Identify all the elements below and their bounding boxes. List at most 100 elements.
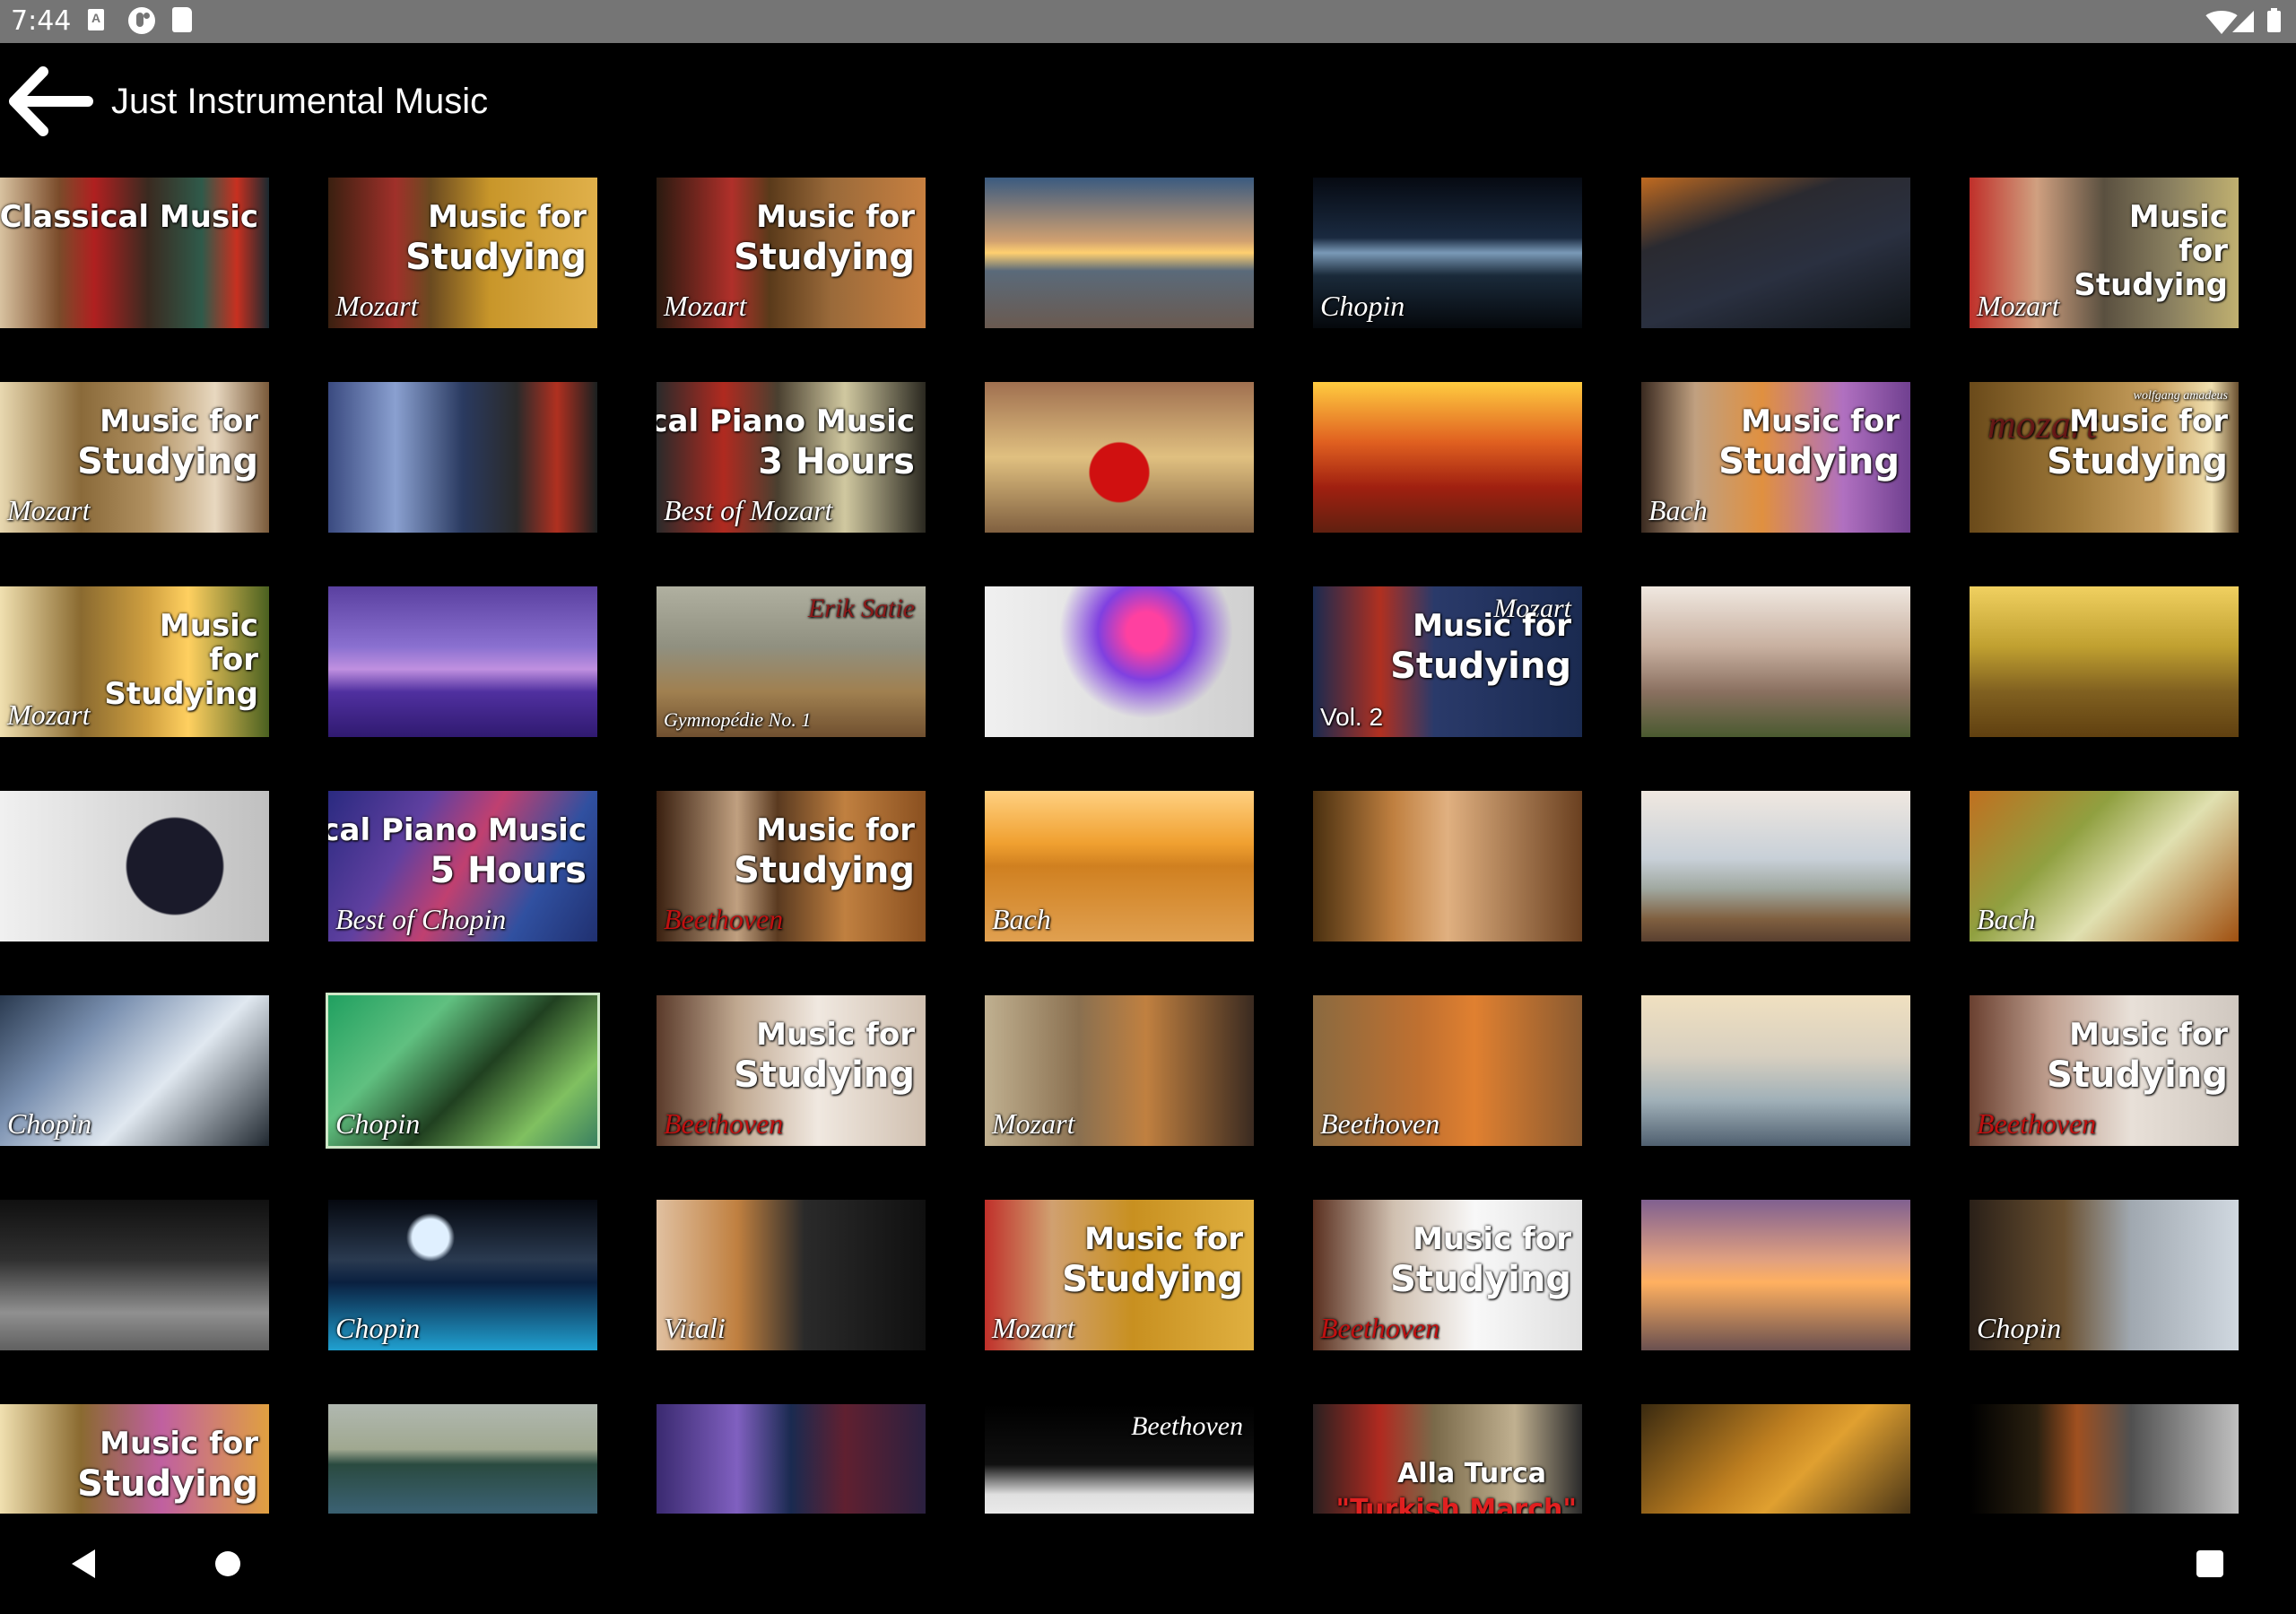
thumbnail-caption: Mozart bbox=[1977, 290, 2060, 322]
video-thumbnail[interactable] bbox=[657, 1404, 926, 1514]
thumbnail-caption: Chopin bbox=[335, 1312, 421, 1344]
video-thumbnail[interactable]: Music for Studying Beethoven bbox=[1313, 1200, 1582, 1350]
video-thumbnail[interactable]: Bach bbox=[1970, 791, 2239, 941]
thumbnail-title-line1: Classical Piano Music bbox=[657, 404, 915, 439]
thumbnail-title-line1: Music for bbox=[428, 199, 587, 235]
thumbnail-title-line2: Studying bbox=[734, 237, 915, 278]
thumbnail-top-caption: Beethoven bbox=[1131, 1411, 1243, 1441]
video-thumbnail[interactable] bbox=[1641, 178, 1910, 328]
status-time: 7:44 bbox=[11, 5, 72, 37]
thumbnail-title-line1: Music for bbox=[1413, 1221, 1571, 1257]
thumbnail-title-line1: Music for bbox=[1741, 404, 1900, 439]
thumbnail-title-line2: Studying bbox=[2047, 441, 2228, 482]
video-thumbnail[interactable]: Music for Studying Mozart bbox=[0, 586, 269, 737]
thumbnail-caption: Mozart bbox=[664, 290, 747, 322]
back-button[interactable] bbox=[7, 65, 93, 138]
thumbnail-title-line1: Music for bbox=[756, 812, 915, 848]
video-thumbnail[interactable]: Chopin bbox=[1970, 1200, 2239, 1350]
thumbnail-title-line2: Studying bbox=[1062, 1259, 1243, 1300]
arrow-left-icon bbox=[9, 66, 93, 136]
nav-back-icon[interactable] bbox=[72, 1549, 95, 1578]
video-thumbnail[interactable] bbox=[985, 382, 1254, 533]
video-thumbnail[interactable]: Music for Studying Mozart bbox=[985, 1200, 1254, 1350]
video-thumbnail[interactable]: Chopin bbox=[328, 1200, 597, 1350]
thumbnail-title-line1: Music for bbox=[100, 1426, 258, 1462]
video-thumbnail[interactable] bbox=[1641, 791, 1910, 941]
video-thumbnail[interactable] bbox=[1641, 1404, 1910, 1514]
thumbnail-title-line2: Studying bbox=[1390, 1259, 1571, 1300]
video-thumbnail[interactable]: Alla Turca "Turkish March" bbox=[1313, 1404, 1582, 1514]
video-thumbnail[interactable] bbox=[985, 178, 1254, 328]
thumbnail-title-line1: Music for bbox=[2069, 404, 2228, 439]
thumbnail-title-line2: 3 Hours bbox=[758, 441, 915, 482]
thumbnail-caption: Beethoven bbox=[664, 1107, 784, 1140]
video-thumbnail[interactable]: Chopin bbox=[326, 993, 600, 1149]
thumbnail-title-line1: Alla Turca bbox=[1397, 1458, 1546, 1489]
video-thumbnail[interactable]: Beethoven bbox=[1313, 995, 1582, 1146]
nav-home-icon[interactable] bbox=[215, 1551, 240, 1576]
thumbnail-caption: Beethoven bbox=[1977, 1107, 2097, 1140]
video-thumbnail[interactable]: Music for Studying Beethoven bbox=[657, 791, 926, 941]
video-thumbnail[interactable] bbox=[1641, 586, 1910, 737]
thumbnail-top-caption: Erik Satie bbox=[807, 594, 915, 623]
thumbnail-caption: Vitali bbox=[664, 1312, 726, 1344]
thumbnail-title-line2: Studying bbox=[405, 237, 587, 278]
video-thumbnail[interactable]: Classical Piano Music3 Hours Best of Moza… bbox=[657, 382, 926, 533]
video-thumbnail[interactable]: Music for Studying Bach bbox=[1641, 382, 1910, 533]
video-thumbnail[interactable] bbox=[1313, 382, 1582, 533]
video-thumbnail[interactable] bbox=[985, 586, 1254, 737]
video-thumbnail[interactable] bbox=[1313, 791, 1582, 941]
video-thumbnail[interactable] bbox=[0, 791, 269, 941]
thumbnail-caption: Mozart bbox=[7, 699, 91, 731]
video-thumbnail[interactable] bbox=[1970, 1404, 2239, 1514]
video-thumbnail[interactable] bbox=[1641, 1200, 1910, 1350]
video-thumbnail[interactable]: Vitali bbox=[657, 1200, 926, 1350]
video-thumbnail[interactable]: Music for Studying Mozart bbox=[0, 382, 269, 533]
video-thumbnail[interactable] bbox=[1970, 586, 2239, 737]
thumbnail-title-line1: Classical Piano Music bbox=[328, 812, 587, 848]
video-thumbnail[interactable]: Chopin bbox=[0, 995, 269, 1146]
thumbnail-title-line1: Music for bbox=[756, 1017, 915, 1053]
nav-recents-icon[interactable] bbox=[2196, 1550, 2223, 1577]
thumbnail-caption: Chopin bbox=[1320, 290, 1405, 322]
sd-card-icon bbox=[172, 7, 192, 32]
video-thumbnail[interactable] bbox=[328, 382, 597, 533]
video-thumbnail[interactable] bbox=[328, 1404, 597, 1514]
video-thumbnail[interactable]: Classical Piano Music5 Hours Best of Chop… bbox=[328, 791, 597, 941]
video-thumbnail[interactable]: Chopin bbox=[1313, 178, 1582, 328]
video-thumbnail-grid: The Best of Classical MusicMusic forStud… bbox=[0, 178, 2296, 1514]
thumbnail-title-line1: The Best of Classical Music bbox=[0, 199, 258, 235]
thumbnail-title-line2: for bbox=[2179, 233, 2228, 269]
video-thumbnail[interactable]: wolfgang amadeus mozart Music for Studying bbox=[1970, 382, 2239, 533]
video-thumbnail[interactable]: Music for Studying Mozart bbox=[657, 178, 926, 328]
navigation-bar bbox=[0, 1514, 2296, 1614]
video-thumbnail[interactable]: Bach bbox=[985, 791, 1254, 941]
video-thumbnail[interactable]: Music for Studying Beethoven bbox=[657, 995, 926, 1146]
video-thumbnail[interactable] bbox=[1641, 995, 1910, 1146]
thumbnail-title-line1: Music for bbox=[1084, 1221, 1243, 1257]
thumbnail-title-line1: Music for bbox=[756, 199, 915, 235]
thumbnail-title-line2: "Turkish March" bbox=[1335, 1494, 1577, 1514]
video-thumbnail[interactable]: Music for Studying Mozart bbox=[1970, 178, 2239, 328]
video-thumbnail[interactable]: The Best of Classical Music bbox=[0, 178, 269, 328]
thumbnail-title-line2: Studying bbox=[77, 1463, 258, 1505]
thumbnail-caption: Chopin bbox=[335, 1107, 421, 1140]
thumbnail-caption: Mozart bbox=[335, 290, 419, 322]
video-thumbnail[interactable]: Mozart bbox=[985, 995, 1254, 1146]
video-thumbnail[interactable] bbox=[328, 586, 597, 737]
thumbnail-caption: Bach bbox=[1648, 494, 1708, 526]
video-thumbnail[interactable]: Music for Studying Mozart bbox=[328, 178, 597, 328]
text-input-icon: A bbox=[88, 9, 104, 30]
thumbnail-title-line2: Studying bbox=[734, 850, 915, 891]
thumbnail-caption: Beethoven bbox=[1320, 1107, 1440, 1140]
video-thumbnail[interactable]: Erik Satie Gymnopédie No. 1 bbox=[657, 586, 926, 737]
parking-app-icon bbox=[128, 7, 155, 34]
video-thumbnail[interactable]: Beethoven bbox=[985, 1404, 1254, 1514]
video-thumbnail[interactable] bbox=[0, 1200, 269, 1350]
video-thumbnail[interactable]: Mozart Music for Studying Vol. 2 bbox=[1313, 586, 1582, 737]
thumbnail-top-caption: wolfgang amadeus bbox=[2133, 389, 2228, 403]
thumbnail-title-line2: Studying bbox=[1718, 441, 1900, 482]
video-thumbnail[interactable]: Music for Studying Beethoven bbox=[1970, 995, 2239, 1146]
thumbnail-caption: Gymnopédie No. 1 bbox=[664, 708, 812, 731]
video-thumbnail[interactable]: Music for Studying bbox=[0, 1404, 269, 1514]
